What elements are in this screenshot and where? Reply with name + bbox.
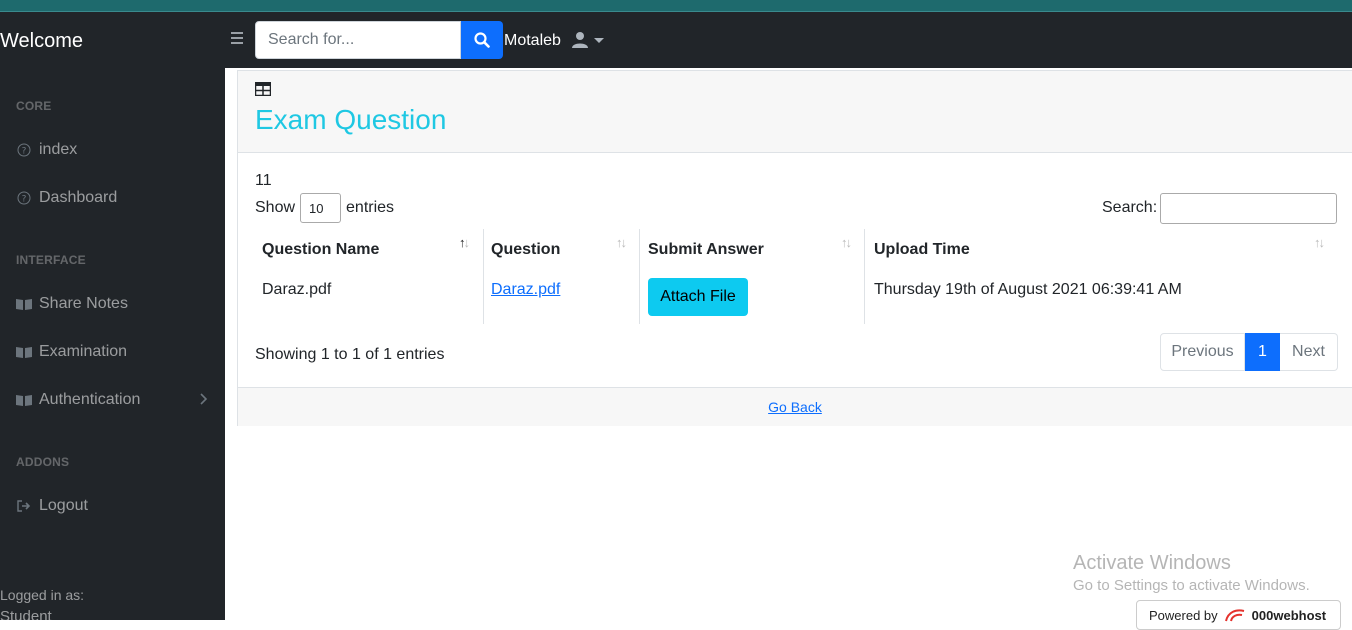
user-dropdown-chevron-icon[interactable]	[594, 38, 604, 43]
sort-ascending-icon[interactable]: ↑↓	[459, 235, 470, 250]
svg-text:?: ?	[22, 147, 27, 157]
sidebar-item-dashboard[interactable]: ? Dashboard	[16, 186, 216, 210]
entries-select[interactable]: 10	[300, 193, 342, 223]
search-icon	[474, 32, 490, 48]
user-icon[interactable]	[571, 31, 589, 49]
table-search-label: Search:	[1102, 199, 1158, 216]
page-title: Exam Question	[255, 104, 447, 135]
browser-top-strip	[0, 0, 1352, 12]
column-header-question[interactable]: Question	[491, 231, 560, 269]
current-page-button[interactable]: 1	[1245, 333, 1280, 371]
logged-in-label: Logged in as:	[0, 587, 85, 603]
previous-page-button[interactable]: Previous	[1160, 333, 1245, 371]
sidebar-item-label: Examination	[39, 343, 128, 360]
sidebar-item-label: Logout	[39, 497, 88, 514]
table-info: Showing 1 to 1 of 1 entries	[255, 346, 445, 363]
hosting-badge[interactable]: Powered by 000webhost	[1136, 600, 1341, 630]
svg-text:?: ?	[22, 195, 27, 205]
column-header-question-name[interactable]: Question Name	[262, 231, 379, 269]
book-icon	[16, 392, 32, 408]
card-footer: Go Back	[238, 387, 1352, 426]
column-header-upload-time[interactable]: Upload Time	[874, 231, 970, 269]
entries-label: entries	[346, 199, 395, 216]
go-back-link[interactable]: Go Back	[768, 399, 822, 415]
sidebar-item-index[interactable]: ? index	[16, 138, 216, 162]
sidebar-item-label: Authentication	[39, 391, 141, 408]
user-name[interactable]: Motaleb	[504, 31, 561, 51]
sidebar-heading-addons: ADDONS	[16, 455, 70, 469]
sidebar-toggle-icon[interactable]	[231, 32, 247, 46]
sidebar-item-examination[interactable]: Examination	[16, 340, 216, 364]
chevron-right-icon	[200, 393, 208, 405]
table-icon	[255, 82, 271, 96]
question-file-link[interactable]: Daraz.pdf	[491, 281, 560, 299]
sort-icon[interactable]: ↑↓	[616, 235, 627, 250]
windows-activation-title: Activate Windows	[1073, 552, 1231, 574]
sidebar-item-label: Share Notes	[39, 295, 128, 312]
sidebar-item-label: Dashboard	[39, 189, 118, 206]
column-divider	[639, 229, 640, 324]
sort-icon[interactable]: ↑↓	[1314, 235, 1325, 250]
sort-icon[interactable]: ↑↓	[841, 235, 852, 250]
next-page-button[interactable]: Next	[1280, 333, 1338, 371]
sidebar-item-label: index	[39, 141, 78, 158]
navbar-search	[255, 21, 503, 59]
table-search-input[interactable]	[1160, 193, 1337, 224]
host-name: 000webhost	[1251, 607, 1327, 623]
question-circle-icon: ?	[16, 142, 32, 158]
show-label: Show	[255, 199, 296, 216]
column-header-submit-answer[interactable]: Submit Answer	[648, 231, 764, 269]
attach-file-button[interactable]: Attach File	[648, 278, 748, 316]
question-count: 11	[255, 172, 272, 189]
question-circle-icon: ?	[16, 190, 32, 206]
sidebar: CORE ? index ? Dashboard INTERFACE Share…	[0, 68, 225, 625]
cell-question-name: Daraz.pdf	[262, 281, 332, 298]
book-icon	[16, 344, 32, 360]
brand-title[interactable]: Welcome	[0, 29, 83, 53]
sidebar-heading-core: CORE	[16, 99, 52, 113]
windows-activation-subtitle: Go to Settings to activate Windows.	[1073, 577, 1310, 594]
sidebar-item-logout[interactable]: Logout	[16, 494, 216, 518]
sidebar-item-share-notes[interactable]: Share Notes	[16, 292, 216, 316]
logged-in-user: Student	[0, 608, 52, 625]
sidebar-heading-interface: INTERFACE	[16, 253, 86, 267]
entries-length-control: Show 10 entries	[255, 193, 394, 223]
search-input[interactable]	[255, 21, 461, 59]
column-divider	[864, 229, 865, 324]
top-navbar: Welcome Motaleb	[0, 12, 1352, 68]
book-icon	[16, 296, 32, 312]
search-button[interactable]	[461, 21, 503, 59]
cell-upload-time: Thursday 19th of August 2021 06:39:41 AM	[874, 281, 1182, 298]
column-divider	[483, 229, 484, 324]
exam-question-card: Exam Question 11 Show 10 entries Search:…	[237, 70, 1352, 426]
sign-out-icon	[16, 498, 32, 514]
powered-by-label: Powered by	[1149, 607, 1218, 623]
sidebar-item-authentication[interactable]: Authentication	[16, 388, 216, 412]
pagination: Previous 1 Next	[1160, 333, 1338, 371]
card-header: Exam Question	[238, 71, 1352, 153]
